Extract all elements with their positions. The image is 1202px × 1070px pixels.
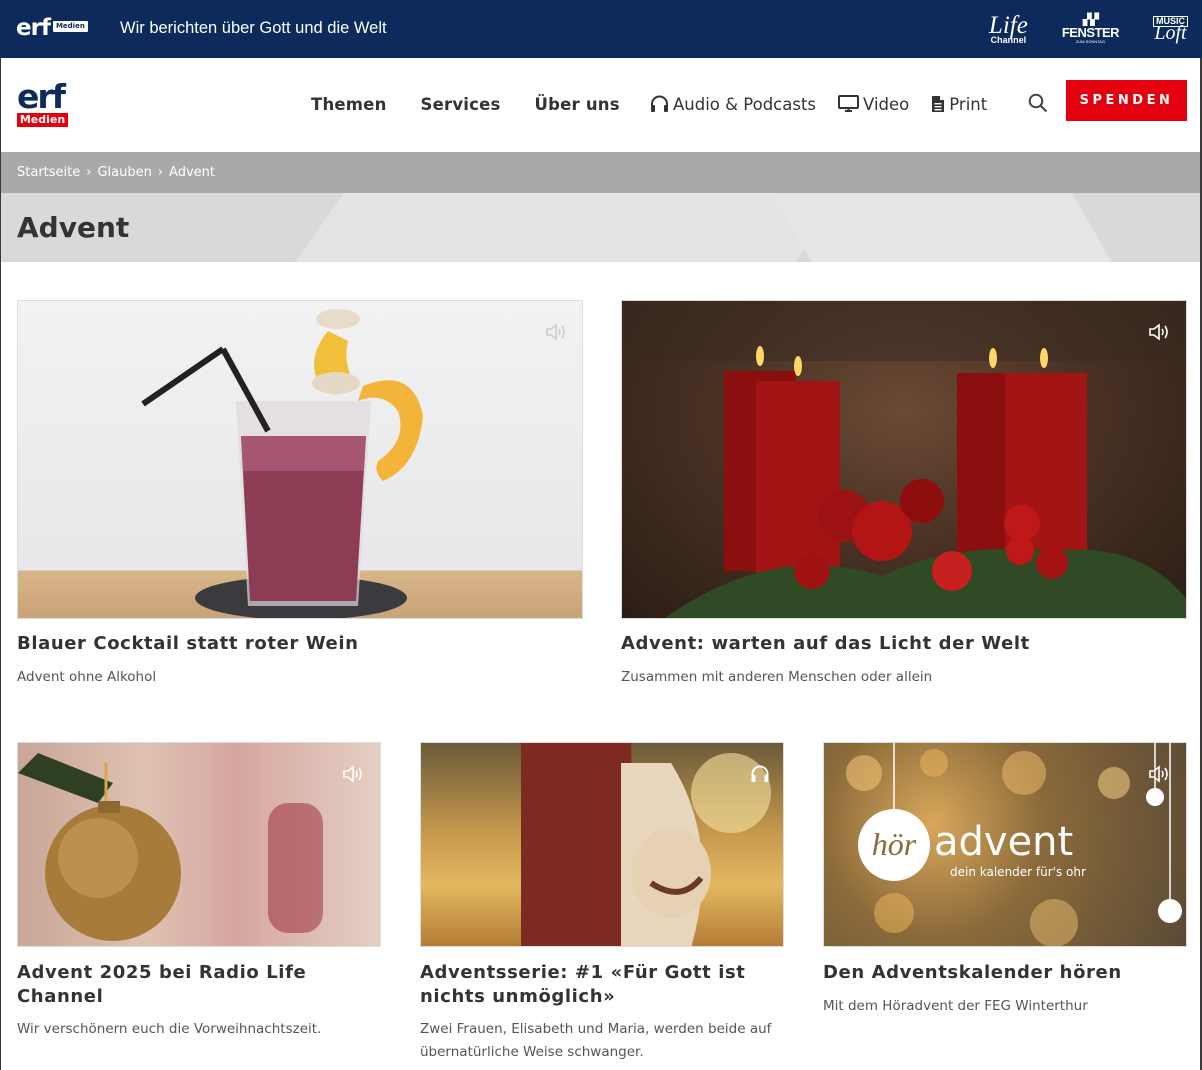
erf-medien-logo[interactable]: erf Medien (17, 77, 69, 127)
tagline: Wir berichten über Gott und die Welt (120, 19, 387, 37)
article-subtitle: Zwei Frauen, Elisabeth und Maria, werden… (420, 1021, 772, 1060)
main-header: erf Medien Themen Services Über uns Audi… (0, 58, 1202, 152)
nav-audio-label: Audio & Podcasts (673, 94, 817, 114)
speaker-icon (546, 323, 565, 341)
breadcrumb-advent: Advent (169, 165, 215, 180)
nav-themen[interactable]: Themen (311, 95, 387, 114)
article-subtitle: Advent ohne Alkohol (17, 669, 157, 685)
main-nav: Themen Services Über uns (311, 92, 620, 116)
cocktail-illustration (141, 309, 423, 618)
document-icon (932, 96, 945, 112)
article-card[interactable]: hör advent dein kalender für's ohr Den A… (823, 742, 1187, 1062)
monitor-icon (838, 95, 860, 112)
article-image-candles[interactable] (621, 300, 1187, 619)
headphones-icon (751, 765, 769, 782)
article-subtitle: Mit dem Höradvent der FEG Winterthur (823, 998, 1088, 1014)
speaker-icon (1149, 323, 1168, 341)
music-loft-name: Loft (1154, 21, 1187, 44)
logo-badge: Medien (52, 20, 88, 32)
fenster-mark-icon: ▞▞ (1082, 13, 1099, 26)
article-card[interactable]: Adventsserie: #1 «Für Gott ist nichts un… (420, 742, 784, 1062)
fenster-sub: ZUM SONNTAG (1075, 38, 1106, 44)
nav-video[interactable]: Video (838, 95, 909, 114)
life-channel-sub: Channel (990, 35, 1027, 45)
brand-links: Life Channel ▞▞ FENSTER ZUM SONNTAG MUSI… (989, 10, 1188, 48)
article-card[interactable]: Advent 2025 bei Radio Life Channel Wir v… (17, 742, 381, 1062)
search-icon[interactable] (1028, 93, 1048, 113)
speaker-icon (1149, 765, 1168, 783)
page-border-left (0, 58, 1, 1070)
nav-services[interactable]: Services (421, 95, 501, 114)
logo-text: erf (16, 15, 51, 41)
nav-video-label: Video (863, 94, 910, 114)
speaker-icon (343, 765, 362, 783)
breadcrumb-glauben[interactable]: Glauben (97, 165, 151, 181)
article-title[interactable]: Advent: warten auf das Licht der Welt (621, 632, 1030, 656)
hoer-text: hör (872, 826, 917, 862)
kalender-tagline: dein kalender für's ohr (950, 865, 1086, 879)
bauble-illustration (18, 753, 323, 941)
article-image-pregnant-woman[interactable] (420, 742, 784, 947)
logo-badge: Medien (17, 113, 68, 127)
breadcrumb-startseite[interactable]: Startseite (17, 165, 80, 181)
article-subtitle: Zusammen mit anderen Menschen oder allei… (621, 669, 933, 685)
article-title[interactable]: Adventsserie: #1 «Für Gott ist nichts un… (420, 961, 770, 1009)
article-card[interactable]: Blauer Cocktail statt roter Wein Advent … (17, 300, 583, 700)
nav-ueber-uns[interactable]: Über uns (535, 95, 620, 114)
headphones-icon (651, 95, 668, 112)
article-subtitle: Wir verschönern euch die Vorweihnachtsze… (17, 1021, 322, 1037)
top-bar: erf Medien Wir berichten über Gott und d… (0, 0, 1202, 58)
advent-text: advent (934, 819, 1073, 865)
candles-illustration (622, 301, 1186, 618)
article-title[interactable]: Den Adventskalender hören (823, 961, 1173, 985)
media-nav: Audio & Podcasts Video Print (650, 92, 987, 116)
nav-print-label: Print (949, 94, 988, 114)
hero-decoration (295, 192, 845, 262)
pregnant-woman-illustration (521, 743, 771, 946)
article-title[interactable]: Blauer Cocktail statt roter Wein (17, 632, 359, 656)
logo-text: erf (17, 77, 66, 116)
nav-print[interactable]: Print (931, 95, 987, 114)
article-image-bauble[interactable] (17, 742, 381, 947)
breadcrumb-separator: › (157, 165, 164, 180)
erf-medien-logo-small[interactable]: erf Medien (16, 16, 88, 40)
fenster-name: FENSTER (1061, 24, 1120, 40)
article-card[interactable]: Advent: warten auf das Licht der Welt Zu… (621, 300, 1187, 700)
hoeradvent-illustration: hör advent dein kalender für's ohr (846, 743, 1182, 946)
nav-audio-podcasts[interactable]: Audio & Podcasts (650, 95, 816, 114)
page-title: Advent (17, 211, 130, 244)
fenster-logo[interactable]: ▞▞ FENSTER ZUM SONNTAG (1061, 13, 1120, 44)
life-channel-logo[interactable]: Life Channel (989, 13, 1028, 45)
article-title[interactable]: Advent 2025 bei Radio Life Channel (17, 961, 367, 1009)
article-image-hoeradvent[interactable]: hör advent dein kalender für's ohr (823, 742, 1187, 947)
article-image-cocktail[interactable] (17, 300, 583, 619)
breadcrumb-separator: › (86, 165, 92, 180)
breadcrumb: Startseite › Glauben › Advent (17, 165, 215, 181)
donate-button[interactable]: SPENDEN (1066, 80, 1187, 121)
music-loft-logo[interactable]: MUSIC Loft (1153, 15, 1188, 44)
